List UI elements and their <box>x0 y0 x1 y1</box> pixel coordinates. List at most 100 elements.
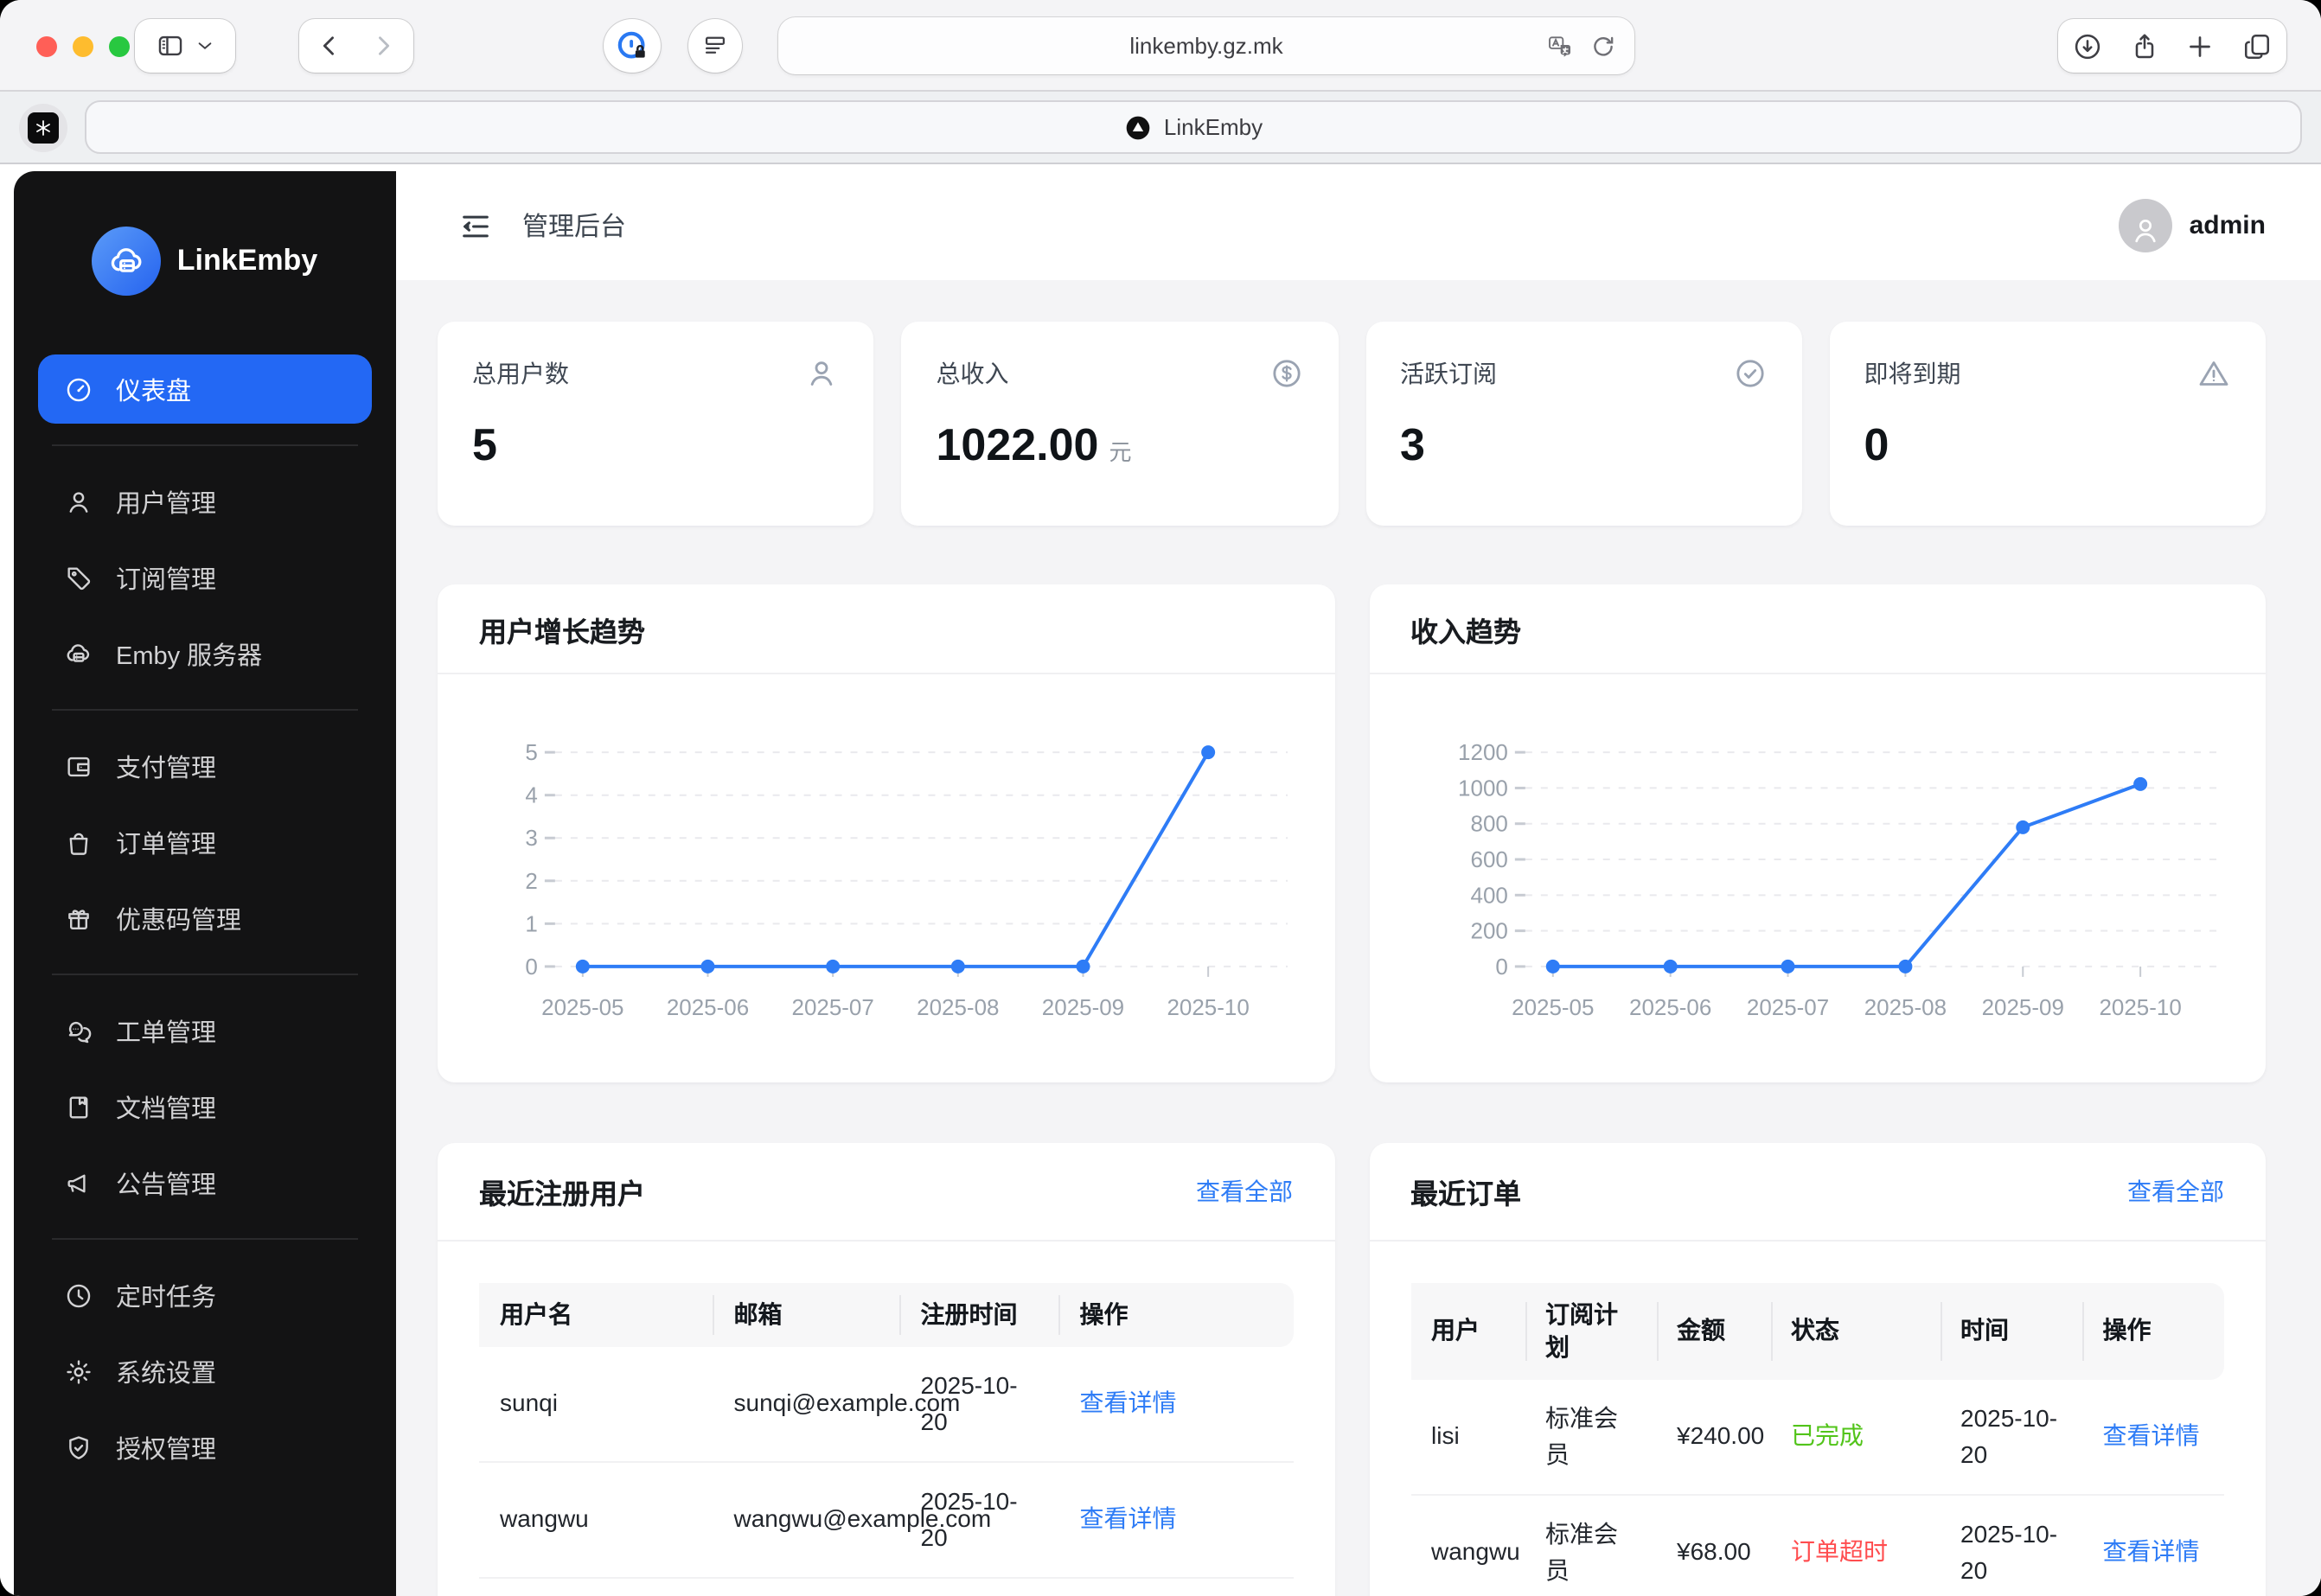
check-circle-icon <box>1733 356 1768 391</box>
recent-orders-table: 用户 订阅计划 金额 状态 时间 操作 lisi 标准会员 ¥240.00 已完… <box>1410 1283 2224 1596</box>
table-row: zhaoliu zhaoliu@example.com 2025-10-20 查… <box>479 1576 1293 1596</box>
username-cell: wangwu <box>479 1460 713 1578</box>
svg-text:2025-07: 2025-07 <box>792 994 874 1020</box>
view-all-orders-link[interactable]: 查看全部 <box>2127 1174 2224 1209</box>
view-detail-link[interactable]: 查看详情 <box>2103 1538 2200 1566</box>
svg-text:4: 4 <box>525 782 537 808</box>
register-date-cell: 2025-10-20 <box>899 1576 1059 1596</box>
svg-text:2025-10: 2025-10 <box>2098 994 2180 1020</box>
order-date-cell: 2025-10-20 <box>1940 1493 2082 1596</box>
sidebar-divider <box>52 974 358 975</box>
sidebar-item-announcements[interactable]: 公告管理 <box>38 1148 372 1217</box>
sidebar-nav: 仪表盘 用户管理 订阅管理 Emby 服务器 支付管理 订单管理 优惠码管理 工… <box>14 354 396 1482</box>
amount-cell: ¥68.00 <box>1656 1493 1770 1596</box>
sidebar-item-dashboard[interactable]: 仪表盘 <box>38 354 372 424</box>
password-manager-icon <box>614 28 650 64</box>
gear-icon <box>64 1357 93 1386</box>
sidebar-item-cron[interactable]: 定时任务 <box>38 1261 372 1330</box>
svg-text:2025-10: 2025-10 <box>1167 994 1249 1020</box>
tab-overview-icon[interactable] <box>2241 30 2273 61</box>
page-settings-button[interactable] <box>688 19 742 73</box>
status-badge: 订单超时 <box>1770 1493 1940 1596</box>
forward-icon[interactable] <box>368 31 398 61</box>
asterisk-icon <box>28 112 59 144</box>
sidebar-item-tickets[interactable]: 工单管理 <box>38 996 372 1065</box>
dashboard-content: 总用户数 5 总收入 1022.00 元 活跃订阅 3 即将到期 0 用户增长趋… <box>396 280 2321 1596</box>
svg-text:2025-05: 2025-05 <box>541 994 623 1020</box>
sidebar-icon <box>156 31 185 61</box>
sidebar-item-payments[interactable]: 支付管理 <box>38 731 372 801</box>
revenue-chart-card: 收入趋势 0 200 400 600 800 1000 1200 2025-05 2025-06… <box>1369 584 2266 1082</box>
sidebar-item-settings[interactable]: 系统设置 <box>38 1337 372 1406</box>
sidebar-item-coupons[interactable]: 优惠码管理 <box>38 884 372 953</box>
register-date-cell: 2025-10-20 <box>920 1370 1018 1435</box>
table-title: 最近注册用户 <box>479 1181 646 1210</box>
stat-value: 3 <box>1400 418 1425 470</box>
back-icon[interactable] <box>315 31 344 61</box>
password-extension-button[interactable] <box>604 19 661 73</box>
reload-icon[interactable] <box>1589 32 1617 60</box>
plan-cell: 标准会员 <box>1525 1493 1656 1596</box>
sidebar-divider <box>52 444 358 446</box>
username-cell: sunqi <box>500 1389 558 1417</box>
table-row: wangwu wangwu@example.com 2025-10-20 查看详… <box>479 1460 1293 1578</box>
page-title: 管理后台 <box>522 213 627 242</box>
stat-expiring-soon: 即将到期 0 <box>1829 322 2266 526</box>
sidebar-toggle-button[interactable] <box>135 19 235 73</box>
chevron-down-icon <box>195 36 214 55</box>
view-detail-link[interactable]: 查看详情 <box>2103 1422 2200 1450</box>
downloads-icon[interactable] <box>2073 30 2104 61</box>
sidebar-item-label: 系统设置 <box>116 1360 216 1388</box>
clock-icon <box>64 1280 93 1310</box>
sidebar-item-orders[interactable]: 订单管理 <box>38 808 372 877</box>
email-cell: wangwu@example.com <box>713 1460 991 1578</box>
svg-text:2025-06: 2025-06 <box>1628 994 1710 1020</box>
bag-icon <box>64 827 93 857</box>
svg-text:800: 800 <box>1470 811 1507 837</box>
zoom-window-button[interactable] <box>109 36 130 57</box>
sidebar-item-label: 工单管理 <box>116 1019 216 1047</box>
svg-text:0: 0 <box>525 954 537 980</box>
revenue-line-chart: 0 200 400 600 800 1000 1200 2025-05 2025-06 2025-… <box>1457 739 2220 1020</box>
sidebar-item-label: 授权管理 <box>116 1436 216 1464</box>
minimize-window-button[interactable] <box>73 36 93 57</box>
user-menu[interactable]: admin <box>2118 199 2266 252</box>
close-window-button[interactable] <box>36 36 57 57</box>
sidebar-item-users[interactable]: 用户管理 <box>38 467 372 536</box>
svg-text:1: 1 <box>525 910 537 936</box>
pinned-tab[interactable] <box>19 104 67 152</box>
browser-window: linkemby.gz.mk LinkEmby LinkEmby 仪表盘 用户管… <box>0 0 2321 1596</box>
page-header: 管理后台 admin <box>396 171 2321 280</box>
cloud-server-icon <box>64 639 93 668</box>
user-cell: lisi <box>1431 1421 1460 1450</box>
active-tab[interactable]: LinkEmby <box>85 100 2302 154</box>
svg-text:400: 400 <box>1470 882 1507 908</box>
sidebar-item-docs[interactable]: 文档管理 <box>38 1072 372 1141</box>
translate-icon[interactable] <box>1546 32 1574 60</box>
collapse-sidebar-button[interactable] <box>458 208 493 243</box>
sidebar-item-label: 公告管理 <box>116 1171 216 1199</box>
view-detail-link[interactable]: 查看详情 <box>1080 1505 1177 1533</box>
sidebar-item-licenses[interactable]: 授权管理 <box>38 1413 372 1482</box>
avatar <box>2118 199 2172 252</box>
sidebar-item-emby-servers[interactable]: Emby 服务器 <box>38 619 372 688</box>
share-icon[interactable] <box>2129 30 2160 61</box>
stat-label: 总用户数 <box>472 360 569 387</box>
address-bar[interactable]: linkemby.gz.mk <box>778 17 1634 74</box>
user-growth-line-chart: 0 1 2 3 4 5 2025-05 2025-06 2025-07 2025-08 2025-0… <box>525 739 1288 1020</box>
toolbar-actions <box>2058 19 2286 73</box>
page-icon <box>700 31 730 61</box>
history-nav <box>299 19 413 73</box>
view-detail-link[interactable]: 查看详情 <box>1080 1389 1177 1417</box>
svg-text:600: 600 <box>1470 846 1507 872</box>
sidebar-item-label: 文档管理 <box>116 1095 216 1123</box>
svg-text:2: 2 <box>525 868 537 894</box>
column-header: 订阅计划 <box>1525 1283 1656 1380</box>
view-all-users-link[interactable]: 查看全部 <box>1196 1174 1293 1209</box>
new-tab-icon[interactable] <box>2185 30 2216 61</box>
sidebar-item-label: 优惠码管理 <box>116 907 241 935</box>
tab-bar: LinkEmby <box>0 90 2321 164</box>
svg-text:2025-09: 2025-09 <box>1981 994 2063 1020</box>
column-header: 用户 <box>1410 1283 1525 1380</box>
sidebar-item-subscriptions[interactable]: 订阅管理 <box>38 543 372 612</box>
